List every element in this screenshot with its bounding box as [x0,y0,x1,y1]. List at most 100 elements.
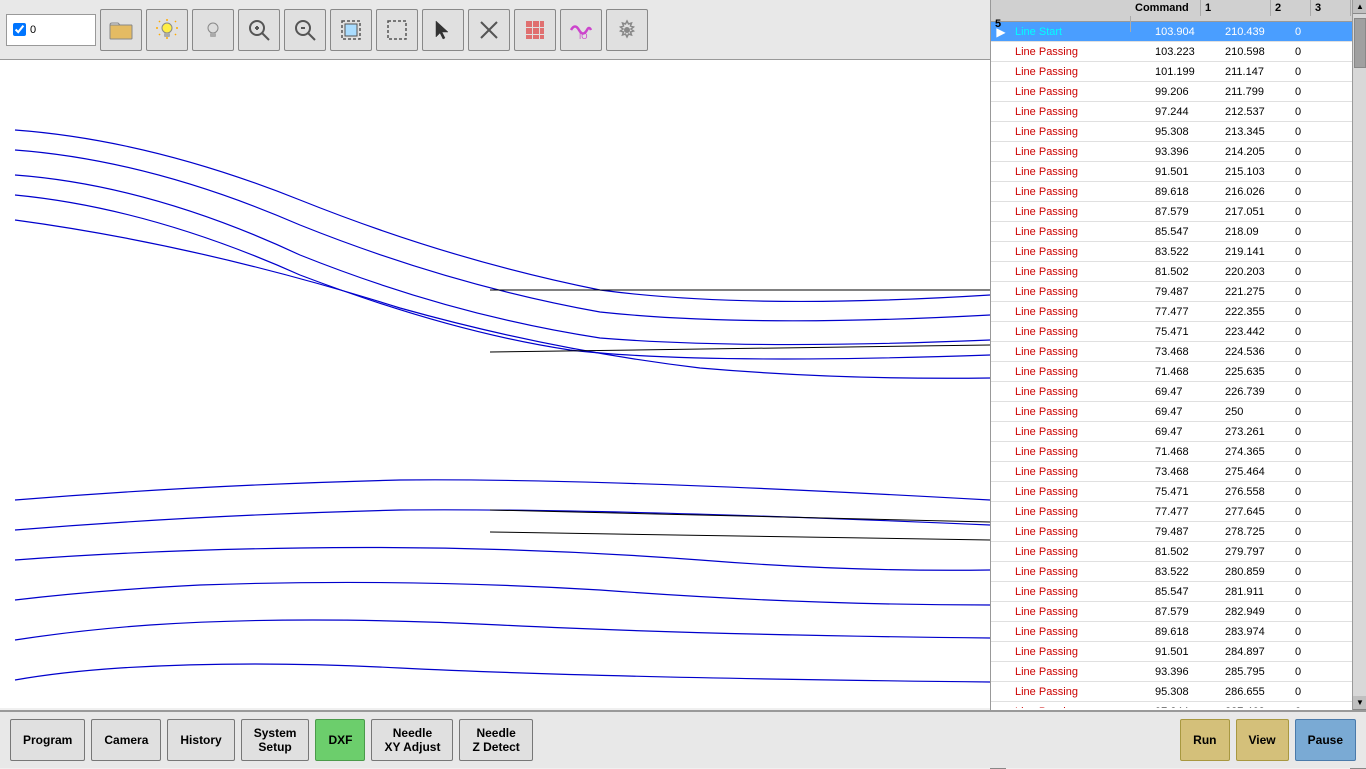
select-all-btn[interactable] [330,9,372,51]
table-row[interactable]: Line Passing79.487221.2750 [991,282,1366,302]
table-row[interactable]: Line Passing97.244287.4630 [991,702,1366,708]
data-cell: 0 [1291,266,1331,278]
data-cell: 0 [1291,146,1331,158]
data-cell: 0 [1291,26,1331,38]
data-cell: 0 [1291,46,1331,58]
table-row[interactable]: Line Passing87.579217.0510 [991,202,1366,222]
table-row[interactable]: Line Passing87.579282.9490 [991,602,1366,622]
zoom-in-btn[interactable] [238,9,280,51]
table-row[interactable]: ▶Line Start103.904210.4390 [991,22,1366,42]
history-button[interactable]: History [167,719,234,761]
table-row[interactable]: Line Passing77.477277.6450 [991,502,1366,522]
command-cell: Line Passing [1011,66,1151,78]
pause-button[interactable]: Pause [1295,719,1356,761]
data-cell: 91.501 [1151,166,1221,178]
data-cell: 77.477 [1151,506,1221,518]
table-row[interactable]: Line Passing81.502220.2030 [991,262,1366,282]
scroll-up-btn[interactable]: ▲ [1353,0,1366,14]
table-row[interactable]: Line Passing85.547281.9110 [991,582,1366,602]
table-row[interactable]: Line Passing77.477222.3550 [991,302,1366,322]
table-row[interactable]: Line Passing75.471223.4420 [991,322,1366,342]
data-cell: 279.797 [1221,546,1291,558]
table-row[interactable]: Line Passing69.47273.2610 [991,422,1366,442]
command-cell: Line Passing [1011,326,1151,338]
view-button[interactable]: View [1236,719,1289,761]
command-cell: Line Passing [1011,46,1151,58]
data-cell: 97.244 [1151,706,1221,709]
table-row[interactable]: Line Passing91.501284.8970 [991,642,1366,662]
data-cell: 103.223 [1151,46,1221,58]
data-cell: 211.799 [1221,86,1291,98]
grid-btn[interactable] [514,9,556,51]
needle-xy-button[interactable]: Needle XY Adjust [371,719,453,761]
table-row[interactable]: Line Passing99.206211.7990 [991,82,1366,102]
table-row[interactable]: Line Passing103.223210.5980 [991,42,1366,62]
data-cell: 282.949 [1221,606,1291,618]
table-row[interactable]: Line Passing79.487278.7250 [991,522,1366,542]
command-cell: Line Passing [1011,106,1151,118]
select-area-btn[interactable] [376,9,418,51]
toolbar-checkbox[interactable] [13,23,26,36]
table-row[interactable]: Line Passing83.522219.1410 [991,242,1366,262]
command-cell: Line Passing [1011,86,1151,98]
scroll-thumb[interactable] [1354,18,1366,68]
system-setup-button[interactable]: System Setup [241,719,310,761]
data-cell: 250 [1221,406,1291,418]
table-row[interactable]: Line Passing75.471276.5580 [991,482,1366,502]
table-row[interactable]: Line Passing83.522280.8590 [991,562,1366,582]
table-row[interactable]: Line Passing71.468274.3650 [991,442,1366,462]
data-cell: 210.598 [1221,46,1291,58]
light-on-btn[interactable] [146,9,188,51]
data-cell: 218.09 [1221,226,1291,238]
data-cell: 0 [1291,426,1331,438]
data-cell: 85.547 [1151,586,1221,598]
table-row[interactable]: Line Passing95.308286.6550 [991,682,1366,702]
data-cell: 221.275 [1221,286,1291,298]
command-cell: Line Passing [1011,546,1151,558]
scroll-down-btn[interactable]: ▼ [1353,696,1366,710]
data-cell: 0 [1291,586,1331,598]
data-cell: 284.897 [1221,646,1291,658]
data-cell: 0 [1291,86,1331,98]
table-row[interactable]: Line Passing95.308213.3450 [991,122,1366,142]
data-cell: 73.468 [1151,346,1221,358]
table-row[interactable]: Line Passing93.396285.7950 [991,662,1366,682]
table-row[interactable]: Line Passing91.501215.1030 [991,162,1366,182]
command-cell: Line Start [1011,26,1151,38]
program-button[interactable]: Program [10,719,85,761]
zoom-out-btn[interactable] [284,9,326,51]
light-off-btn[interactable] [192,9,234,51]
table-row[interactable]: Line Passing73.468275.4640 [991,462,1366,482]
vertical-scrollbar[interactable]: ▲ ▼ [1352,0,1366,710]
settings-btn[interactable] [606,9,648,51]
wave-btn[interactable]: IO [560,9,602,51]
table-row[interactable]: Line Passing73.468224.5360 [991,342,1366,362]
dxf-button[interactable]: DXF [315,719,365,761]
camera-button[interactable]: Camera [91,719,161,761]
table-row[interactable]: Line Passing85.547218.090 [991,222,1366,242]
data-cell: 0 [1291,446,1331,458]
bottom-bar: Program Camera History System Setup DXF … [0,710,1366,768]
open-folder-btn[interactable] [100,9,142,51]
table-row[interactable]: Line Passing97.244212.5370 [991,102,1366,122]
table-row[interactable]: Line Passing69.47226.7390 [991,382,1366,402]
data-cell: 225.635 [1221,366,1291,378]
cross-btn[interactable] [468,9,510,51]
command-cell: Line Passing [1011,586,1151,598]
command-cell: Line Passing [1011,126,1151,138]
data-cell: 220.203 [1221,266,1291,278]
table-row[interactable]: Line Passing101.199211.1470 [991,62,1366,82]
table-row[interactable]: Line Passing71.468225.6350 [991,362,1366,382]
data-cell: 79.487 [1151,286,1221,298]
cursor-btn[interactable] [422,9,464,51]
table-row[interactable]: Line Passing81.502279.7970 [991,542,1366,562]
table-body[interactable]: ▶Line Start103.904210.4390Line Passing10… [991,22,1366,708]
needle-z-button[interactable]: Needle Z Detect [459,719,532,761]
run-button[interactable]: Run [1180,719,1229,761]
data-cell: 226.739 [1221,386,1291,398]
table-row[interactable]: Line Passing93.396214.2050 [991,142,1366,162]
data-cell: 213.345 [1221,126,1291,138]
table-row[interactable]: Line Passing89.618283.9740 [991,622,1366,642]
table-row[interactable]: Line Passing69.472500 [991,402,1366,422]
table-row[interactable]: Line Passing89.618216.0260 [991,182,1366,202]
